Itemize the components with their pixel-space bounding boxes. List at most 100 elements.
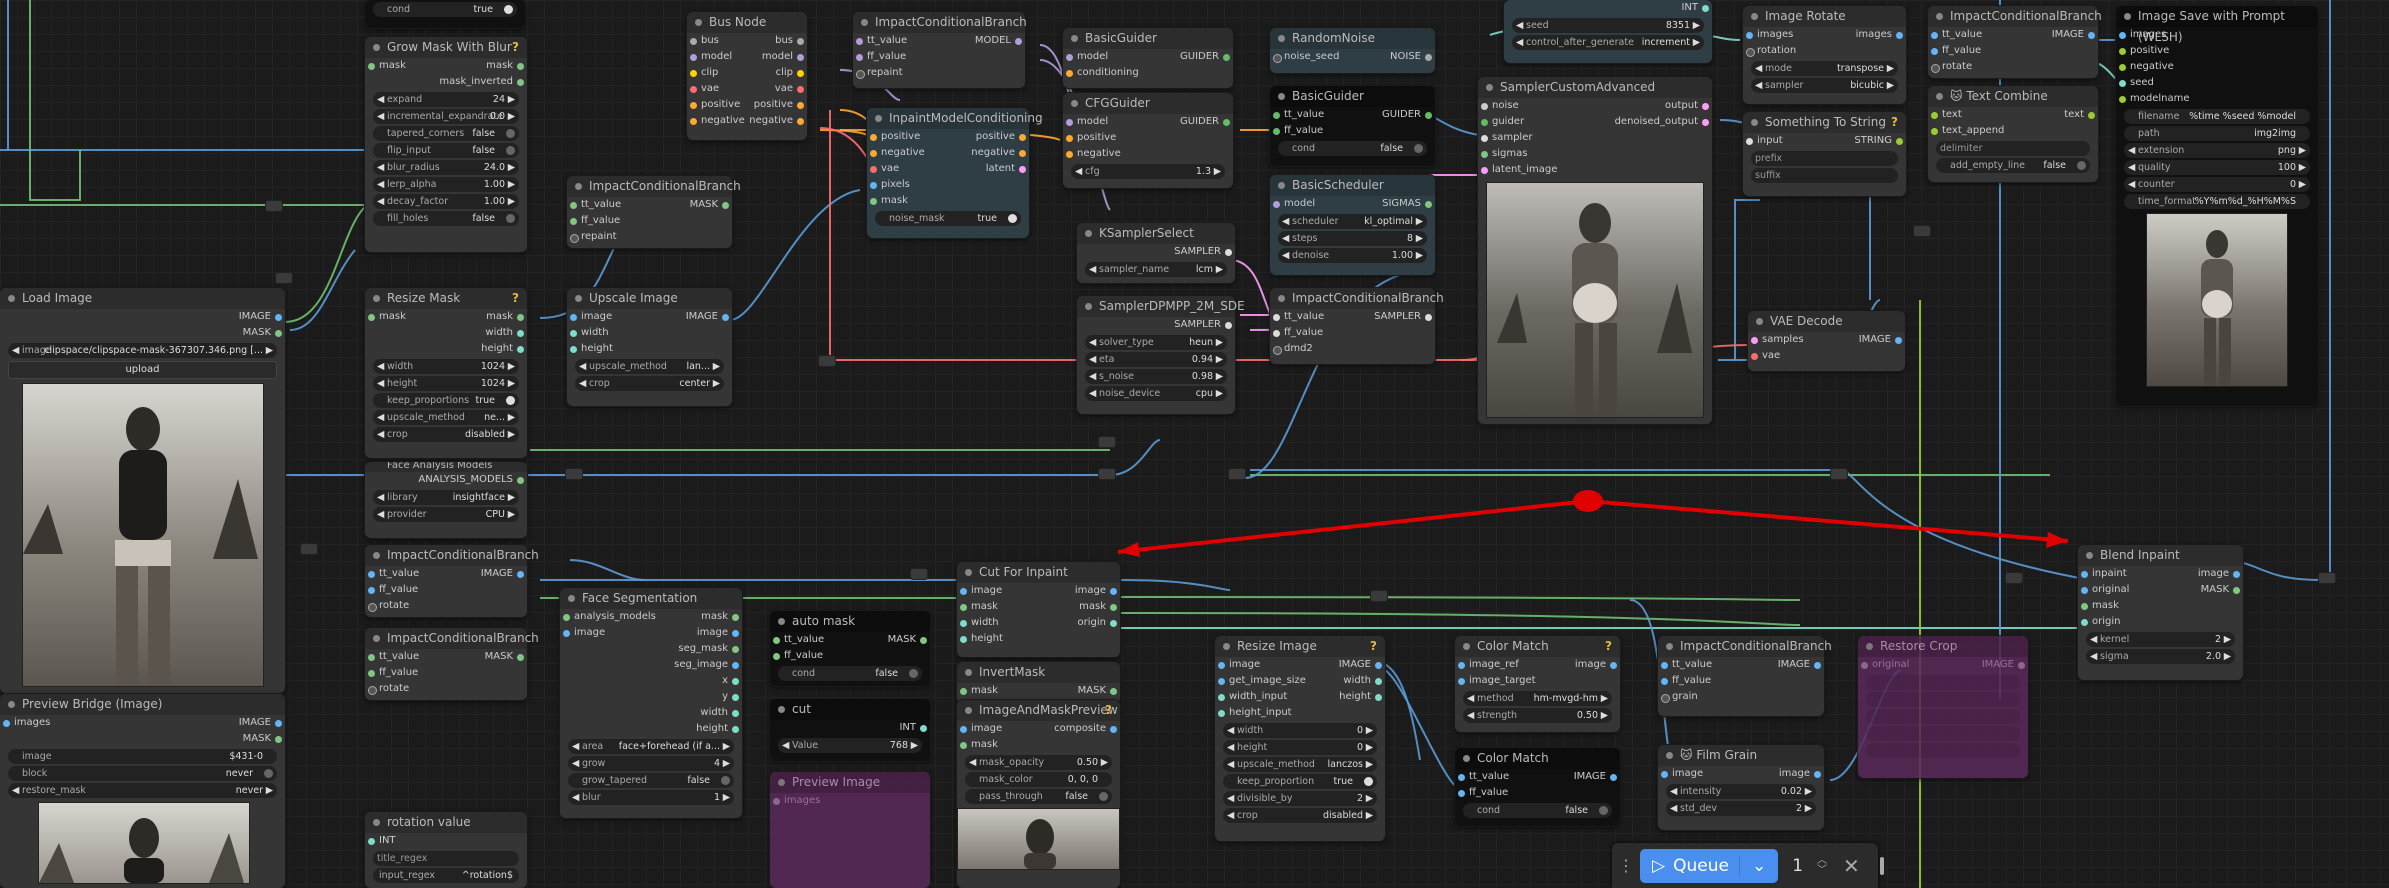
node-title[interactable]: Grow Mask With Blur? bbox=[365, 37, 527, 58]
widget-grow[interactable]: ◀ grow 4 ▶ bbox=[568, 756, 734, 771]
batch-count[interactable]: 1 bbox=[1784, 856, 1811, 876]
reroute[interactable] bbox=[2318, 572, 2336, 584]
collapse-dot-icon[interactable] bbox=[2124, 13, 2131, 20]
collapse-dot-icon[interactable] bbox=[1463, 755, 1470, 762]
collapse-dot-icon[interactable] bbox=[875, 115, 882, 122]
reroute[interactable] bbox=[300, 543, 318, 555]
widget-height[interactable]: ◀ height 0 ▶ bbox=[1223, 740, 1377, 755]
node-cut[interactable]: cut INT ◀ Value 768 ▶ bbox=[770, 699, 930, 761]
widget-flip-input[interactable]: flip_input false bbox=[373, 143, 519, 158]
widget-s-noise[interactable]: ◀ s_noise 0.98 ▶ bbox=[1085, 369, 1227, 384]
collapse-dot-icon[interactable] bbox=[1463, 643, 1470, 650]
node-text-combine[interactable]: 🐱 Text Combine text text text_append deli… bbox=[1928, 86, 2098, 182]
node-color-match-1[interactable]: Color Match? image_ref image image_target… bbox=[1455, 636, 1620, 732]
collapse-dot-icon[interactable] bbox=[1666, 643, 1673, 650]
collapse-dot-icon[interactable] bbox=[8, 701, 15, 708]
collapse-dot-icon[interactable] bbox=[8, 295, 15, 302]
widget-sigma[interactable]: ◀ sigma 2.0 ▶ bbox=[2086, 649, 2235, 664]
reroute[interactable] bbox=[265, 200, 283, 212]
widget-restore-mask[interactable]: ◀ restore_mask never ▶ bbox=[8, 783, 277, 798]
node-impact-conditional-branch-model[interactable]: ImpactConditionalBranch tt_value MODEL ff… bbox=[853, 12, 1027, 88]
collapse-dot-icon[interactable] bbox=[1866, 643, 1873, 650]
node-invert-mask[interactable]: InvertMask mask MASK bbox=[957, 662, 1120, 704]
widget-prefix[interactable]: prefix bbox=[1751, 151, 1898, 166]
node-load-image[interactable]: Load Image IMAGE MASK ◀ image clipspace/cl… bbox=[0, 288, 285, 693]
node-resize-mask[interactable]: Resize Mask? mask mask width height ◀ widt… bbox=[365, 288, 527, 458]
node-vae-decode[interactable]: VAE Decode samples IMAGE vae bbox=[1748, 311, 1905, 371]
widget-decay-factor[interactable]: ◀ decay_factor 1.00 ▶ bbox=[373, 194, 519, 209]
reroute[interactable] bbox=[1913, 225, 1931, 237]
collapse-dot-icon[interactable] bbox=[1936, 13, 1943, 20]
widget-title-regex[interactable]: title_regex bbox=[373, 851, 519, 866]
widget-sampler[interactable]: ◀ sampler bicubic ▶ bbox=[1751, 78, 1898, 93]
upload-button[interactable]: upload bbox=[8, 361, 277, 379]
node-sampler-custom-advanced[interactable]: SamplerCustomAdvanced noise output guider… bbox=[1478, 77, 1712, 424]
reroute[interactable] bbox=[1830, 468, 1848, 480]
collapse-dot-icon[interactable] bbox=[1936, 93, 1943, 100]
node-cut-for-inpaint[interactable]: Cut For Inpaint image image mask mask widt… bbox=[957, 562, 1120, 657]
reroute[interactable] bbox=[1098, 468, 1116, 480]
widget-blur[interactable]: ◀ blur 1 ▶ bbox=[568, 790, 734, 805]
input-pin[interactable] bbox=[368, 63, 375, 70]
collapse-dot-icon[interactable] bbox=[568, 595, 575, 602]
collapse-dot-icon[interactable] bbox=[575, 183, 582, 190]
widget-image[interactable]: image $431-0 bbox=[8, 749, 277, 764]
collapse-dot-icon[interactable] bbox=[1278, 182, 1285, 189]
widget-delimiter[interactable]: delimiter bbox=[1936, 141, 2090, 156]
widget-filename[interactable]: filename %time %seed %model bbox=[2124, 109, 2310, 124]
node-resize-image[interactable]: Resize Image? image IMAGE get_image_size w… bbox=[1215, 636, 1385, 841]
widget-solver-type[interactable]: ◀ solver_type heun ▶ bbox=[1085, 335, 1227, 350]
widget-crop[interactable]: ◀ crop disabled ▶ bbox=[373, 427, 519, 442]
node-basic-guider-2[interactable]: BasicGuider tt_value GUIDER ff_value cond… bbox=[1270, 86, 1435, 166]
node-auto-mask[interactable]: auto mask tt_value MASK ff_value cond fals… bbox=[770, 611, 930, 686]
node-impact-conditional-branch-image-mid[interactable]: ImpactConditionalBranch tt_value IMAGE ff… bbox=[365, 545, 539, 617]
collapse-dot-icon[interactable] bbox=[1486, 84, 1493, 91]
widget-upscale-method[interactable]: ◀ upscale_method ne... ▶ bbox=[373, 410, 519, 425]
collapse-dot-icon[interactable] bbox=[1223, 643, 1230, 650]
node-basic-guider-1[interactable]: BasicGuider model GUIDER conditioning bbox=[1063, 28, 1233, 88]
node-preview-bridge[interactable]: Preview Bridge (Image) images IMAGE MASK … bbox=[0, 694, 285, 888]
widget-area[interactable]: ◀ area face+forehead (if a... ▶ bbox=[568, 739, 734, 754]
node-image-rotate[interactable]: Image Rotate images images rotation ◀ mode… bbox=[1743, 6, 1906, 104]
widget-incremental-expandrate[interactable]: ◀ incremental_expandrate 0.0 ▶ bbox=[373, 109, 519, 124]
node-bus[interactable]: Bus Node bus bus model model clip clip vae v… bbox=[687, 12, 807, 140]
widget-image-select[interactable]: ◀ image clipspace/clipspace-mask-367307.34… bbox=[8, 343, 277, 358]
widget-height[interactable]: ◀ height 1024 ▶ bbox=[373, 376, 519, 391]
node-random-noise[interactable]: RandomNoise noise_seed NOISE bbox=[1270, 28, 1435, 73]
help-icon[interactable]: ? bbox=[512, 288, 519, 309]
widget-mode[interactable]: ◀ mode transpose ▶ bbox=[1751, 61, 1898, 76]
collapse-dot-icon[interactable] bbox=[778, 618, 785, 625]
widget-quality[interactable]: ◀ quality 100 ▶ bbox=[2124, 160, 2310, 175]
widget-sampler-name[interactable]: ◀ sampler_name lcm ▶ bbox=[1085, 262, 1227, 277]
widget-grow-tapered[interactable]: grow_tapered false bbox=[568, 773, 734, 788]
collapse-dot-icon[interactable] bbox=[1278, 93, 1285, 100]
widget-keep-proportions[interactable]: keep_proportions true bbox=[373, 393, 519, 408]
node-upscale-image[interactable]: Upscale Image image IMAGE width height ◀ u… bbox=[567, 288, 732, 406]
collapse-dot-icon[interactable] bbox=[778, 706, 785, 713]
reroute[interactable] bbox=[1228, 468, 1246, 480]
node-rotation-value[interactable]: rotation value INT title_regex input_reg… bbox=[365, 812, 527, 888]
collapse-dot-icon[interactable] bbox=[1666, 752, 1673, 759]
collapse-dot-icon[interactable] bbox=[1071, 35, 1078, 42]
widget-add-empty-line[interactable]: add_empty_line false bbox=[1936, 158, 2090, 173]
widget-time-format[interactable]: time_format %Y%m%d_%H%M%S bbox=[2124, 194, 2310, 209]
widget-suffix[interactable]: suffix bbox=[1751, 168, 1898, 183]
node-cfg-guider[interactable]: CFGGuider model GUIDER positive negative … bbox=[1063, 93, 1233, 188]
widget-std-dev[interactable]: ◀ std_dev 2 ▶ bbox=[1666, 801, 1816, 816]
node-color-match-2[interactable]: Color Match tt_value IMAGE ff_value cond f… bbox=[1455, 748, 1620, 826]
node-impact-conditional-branch-mask-mid[interactable]: ImpactConditionalBranch tt_value MASK ff_… bbox=[365, 628, 539, 700]
widget-keep-proportion[interactable]: keep_proportion true bbox=[1223, 774, 1377, 789]
widget-input-regex[interactable]: input_regex ^rotation$ bbox=[373, 868, 519, 883]
collapse-dot-icon[interactable] bbox=[373, 635, 380, 642]
widget-control-after-generate[interactable]: ◀ control_after_generate increment ▶ bbox=[1512, 35, 1704, 50]
node-seed[interactable]: INT ◀ seed 8351 ▶ ◀ control_after_generate in… bbox=[1504, 0, 1712, 63]
widget-value[interactable]: ◀ Value 768 ▶ bbox=[778, 738, 922, 753]
widget-seed[interactable]: ◀ seed 8351 ▶ bbox=[1512, 18, 1704, 33]
widget-kernel[interactable]: ◀ kernel 2 ▶ bbox=[2086, 632, 2235, 647]
node-face-segmentation[interactable]: Face Segmentation analysis_models mask im… bbox=[560, 588, 742, 818]
widget-noise-device[interactable]: ◀ noise_device cpu ▶ bbox=[1085, 386, 1227, 401]
widget-upscale-method[interactable]: ◀ upscale_method lan... ▶ bbox=[575, 359, 724, 374]
stop-icon[interactable] bbox=[1879, 856, 1884, 875]
widget-expand[interactable]: ◀ expand 24 ▶ bbox=[373, 92, 519, 107]
collapse-dot-icon[interactable] bbox=[1278, 35, 1285, 42]
